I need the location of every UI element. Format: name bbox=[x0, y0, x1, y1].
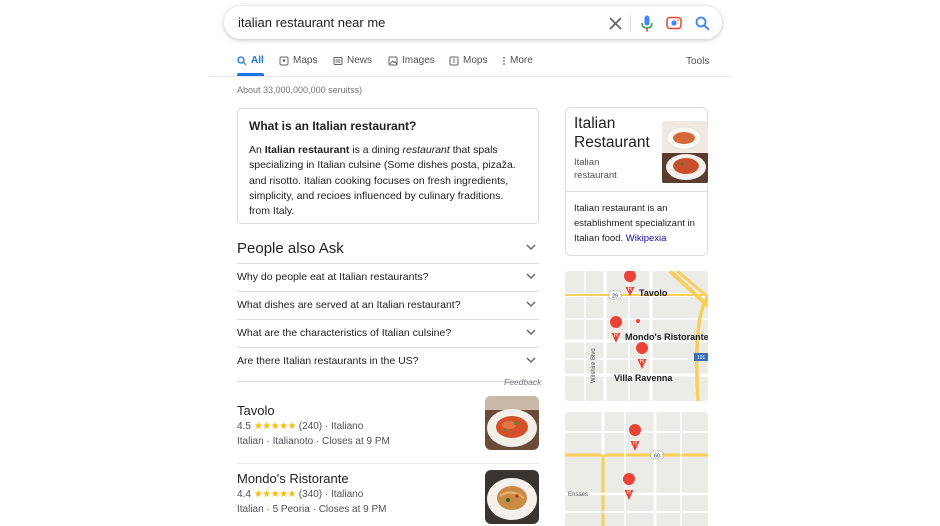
road-label: Wilshire Blvd bbox=[591, 348, 597, 383]
food-image[interactable] bbox=[485, 396, 539, 450]
tab-mops-label: Mops bbox=[463, 55, 488, 66]
paa-question[interactable]: What dishes are served at an Italian res… bbox=[237, 291, 539, 319]
road-label: Ensaes bbox=[568, 492, 588, 498]
tab-maps-label: Maps bbox=[293, 55, 318, 66]
tab-news-label: News bbox=[347, 55, 373, 66]
paa-question-text: Are there Italian restaurants in the US? bbox=[237, 355, 419, 367]
chevron-down-icon bbox=[526, 301, 536, 307]
microphone-icon[interactable] bbox=[638, 14, 656, 32]
knowledge-panel-image[interactable] bbox=[662, 121, 708, 183]
feedback-link[interactable]: Feedback bbox=[504, 377, 541, 387]
paa-divider bbox=[237, 381, 539, 382]
kp-title-line: Restaurant bbox=[574, 134, 650, 151]
result-stats: About 33,000,000,000 seruitss) bbox=[237, 85, 363, 95]
paa-question-text: Why do people eat at Italian restaurants… bbox=[237, 271, 429, 283]
chevron-down-icon bbox=[526, 273, 536, 279]
image-icon bbox=[388, 56, 398, 65]
chevron-down-icon bbox=[526, 357, 536, 363]
svg-text:R: R bbox=[640, 359, 645, 365]
svg-text:R: R bbox=[628, 287, 633, 293]
map-preview-2[interactable]: 60 Ensaes R R bbox=[565, 412, 708, 526]
tab-all[interactable]: All bbox=[237, 55, 264, 66]
tab-more[interactable]: More bbox=[502, 55, 533, 66]
snippet-italic-text: restaurant bbox=[402, 144, 450, 156]
road-shield-label: 60 bbox=[654, 454, 660, 460]
snippet-title: What is an Italian restaurant? bbox=[249, 119, 417, 133]
paa-question-text: What dishes are served at an Italian res… bbox=[237, 299, 461, 311]
knowledge-panel-title: Italian Restaurant bbox=[574, 114, 650, 152]
tab-more-label: More bbox=[510, 55, 533, 66]
snippet-text: is a dining bbox=[349, 144, 403, 156]
review-count: (340) · Italiano bbox=[298, 489, 364, 500]
chevron-down-icon[interactable] bbox=[526, 244, 536, 251]
featured-snippet: What is an Italian restaurant? An Italia… bbox=[237, 108, 539, 224]
review-count: (240) · Italiano bbox=[298, 421, 364, 432]
rating-value: 4.5 bbox=[237, 421, 251, 432]
kp-sub-line: Italian bbox=[574, 157, 600, 168]
star-rating-icon: ★★★★★ bbox=[253, 489, 297, 500]
paa-question[interactable]: Are there Italian restaurants in the US? bbox=[237, 347, 539, 375]
kp-title-line: Italian bbox=[574, 115, 616, 132]
search-input[interactable]: italian restaurant near me bbox=[238, 15, 385, 30]
snippet-bold-text: Italian restaurant bbox=[264, 144, 350, 156]
people-also-ask-title: People also Ask bbox=[237, 240, 344, 257]
local-result-divider bbox=[237, 463, 539, 464]
kp-sub-line: restaurant bbox=[574, 170, 617, 181]
search-icon[interactable] bbox=[693, 14, 711, 32]
snippet-body: An Italian restaurant is a dining restau… bbox=[249, 143, 527, 219]
road-shield-label: 29 bbox=[612, 294, 618, 300]
svg-text:R: R bbox=[633, 441, 638, 447]
search-bar[interactable]: italian restaurant near me bbox=[224, 6, 722, 39]
tab-news[interactable]: News bbox=[333, 55, 372, 66]
clear-icon[interactable] bbox=[606, 14, 624, 32]
knowledge-panel-description: Italian restaurant is an establishment s… bbox=[574, 201, 702, 246]
tab-images[interactable]: Images bbox=[388, 55, 435, 66]
star-rating-icon: ★★★★★ bbox=[253, 421, 297, 432]
map-place-label[interactable]: Tavolo bbox=[639, 288, 667, 298]
local-result[interactable]: Tavolo 4.5 ★★★★★ (240) · Italiano Italia… bbox=[237, 396, 539, 450]
chevron-down-icon bbox=[526, 329, 536, 335]
tab-maps[interactable]: Maps bbox=[279, 55, 317, 66]
knowledge-panel-divider bbox=[566, 191, 707, 192]
map-preview[interactable]: 29 Wilshire Blvd 101 R R R Tavolo Mondo'… bbox=[565, 271, 708, 401]
tools-button[interactable]: Tools bbox=[686, 56, 709, 67]
tab-all-label: All bbox=[251, 55, 264, 66]
highway-label: 101 bbox=[697, 355, 706, 361]
search-icon bbox=[237, 55, 247, 65]
camera-search-icon[interactable] bbox=[665, 14, 683, 32]
paa-question-text: What are the characteristics of Italian … bbox=[237, 327, 452, 339]
tab-mops[interactable]: Mops bbox=[449, 55, 487, 66]
map-icon bbox=[279, 56, 289, 65]
news-icon bbox=[333, 56, 343, 65]
map-place-label[interactable]: Mondo's Ristorante bbox=[625, 332, 708, 342]
map-place-label[interactable]: Villa Ravenna bbox=[614, 373, 672, 383]
snippet-text: An bbox=[249, 144, 265, 156]
more-vert-icon bbox=[503, 56, 505, 65]
svg-text:R: R bbox=[627, 490, 632, 496]
rating-value: 4.4 bbox=[237, 489, 251, 500]
map-background: 60 Ensaes R R bbox=[565, 412, 708, 526]
food-image[interactable] bbox=[485, 470, 539, 524]
search-divider bbox=[630, 15, 631, 32]
knowledge-panel: Italian Restaurant Italian restaurant Ital… bbox=[565, 107, 708, 256]
tabs-divider bbox=[208, 76, 732, 77]
tab-images-label: Images bbox=[402, 55, 435, 66]
svg-text:R: R bbox=[614, 333, 619, 339]
paa-question[interactable]: What are the characteristics of Italian … bbox=[237, 319, 539, 347]
wikipedia-link[interactable]: Wikipexia bbox=[626, 233, 667, 244]
knowledge-panel-subtitle: Italian restaurant bbox=[574, 156, 617, 182]
map-icon bbox=[449, 56, 459, 65]
local-result[interactable]: Mondo's Ristorante 4.4 ★★★★★ (340) · Ita… bbox=[237, 470, 539, 524]
paa-question[interactable]: Why do people eat at Italian restaurants… bbox=[237, 263, 539, 291]
